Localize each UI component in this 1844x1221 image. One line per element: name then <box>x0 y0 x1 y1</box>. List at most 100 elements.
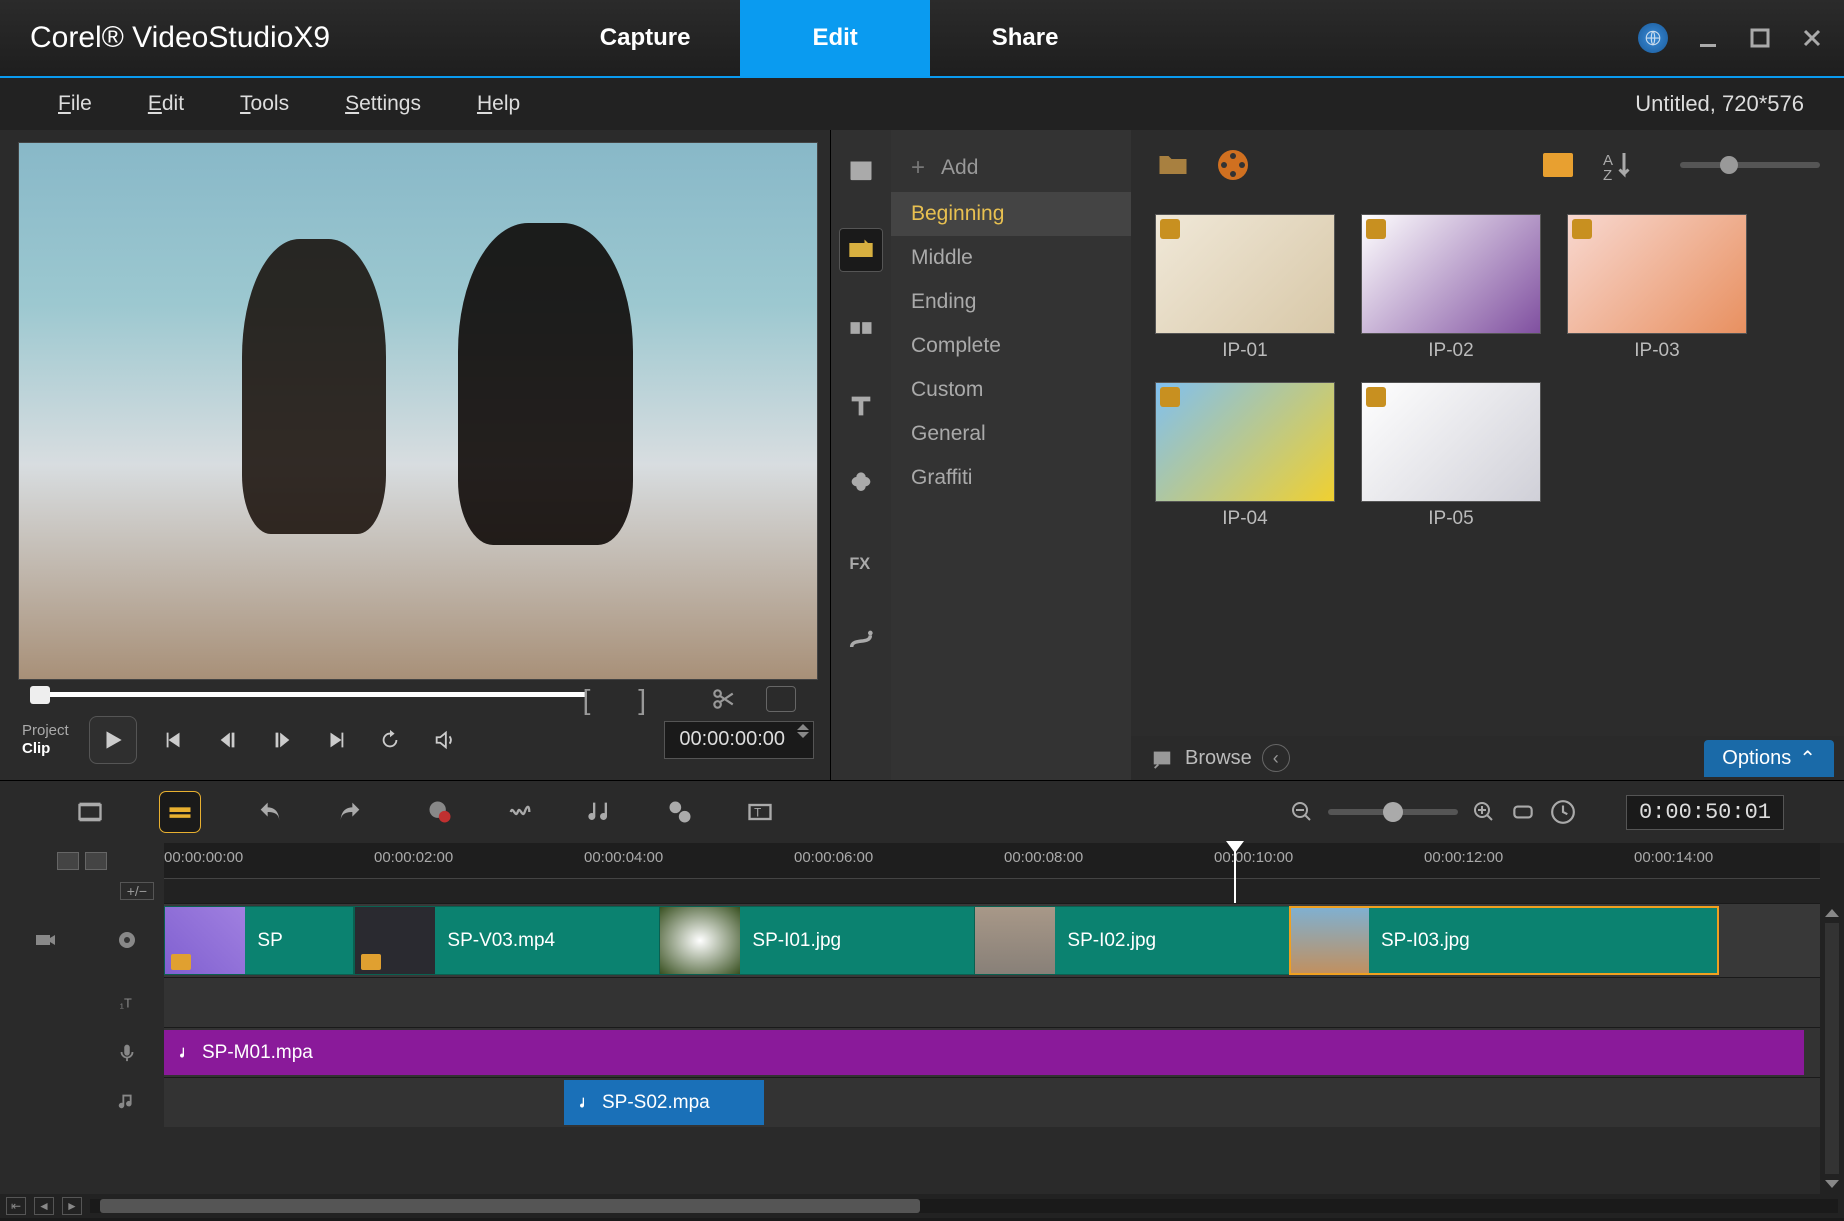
libtab-media[interactable] <box>839 150 883 194</box>
cat-beginning[interactable]: Beginning <box>891 192 1131 236</box>
fit-icon[interactable] <box>1510 799 1536 825</box>
libtab-instant[interactable] <box>839 228 883 272</box>
cat-general[interactable]: General <box>891 412 1131 456</box>
libtab-path[interactable] <box>839 618 883 662</box>
timeline-hscroll[interactable]: ⇤ ◄ ► <box>0 1194 1844 1218</box>
close-icon[interactable] <box>1800 26 1824 50</box>
menu-edit[interactable]: Edit <box>120 86 212 122</box>
scrub-bar[interactable]: [ ] <box>20 688 816 700</box>
zoom-in-icon[interactable] <box>1472 800 1496 824</box>
video-lane[interactable]: SPSP-V03.mp4SP-I01.jpgSP-I02.jpgSP-I03.j… <box>164 903 1820 977</box>
add-category-button[interactable]: +Add <box>891 144 1131 192</box>
thumb-ip03[interactable]: IP-03 <box>1567 214 1747 362</box>
subtitle-button[interactable]: T <box>740 792 780 832</box>
scroll-right[interactable]: ► <box>62 1197 82 1215</box>
menu-file[interactable]: File <box>30 86 120 122</box>
voice-clip[interactable]: SP-M01.mpa <box>164 1030 1804 1075</box>
thumb-ip02[interactable]: IP-02 <box>1361 214 1541 362</box>
zoom-slider[interactable] <box>1328 809 1458 815</box>
storyboard-view-button[interactable] <box>70 792 110 832</box>
redo-button[interactable] <box>330 792 370 832</box>
preview-timecode[interactable]: 00:00:00:00 <box>664 721 814 759</box>
preview-window[interactable] <box>18 142 818 680</box>
title-lane[interactable] <box>164 977 1820 1027</box>
timecode-spinner[interactable] <box>797 724 809 738</box>
go-end-button[interactable] <box>319 723 353 757</box>
view-thumb-icon[interactable] <box>1540 147 1576 183</box>
sort-icon[interactable]: AZ <box>1600 147 1636 183</box>
thumb-size-slider[interactable] <box>1680 162 1820 168</box>
timeline-vscroll[interactable] <box>1820 903 1844 1194</box>
title-track-header[interactable] <box>0 977 90 1027</box>
thumb-ip04[interactable]: IP-04 <box>1155 382 1335 530</box>
cat-complete[interactable]: Complete <box>891 324 1131 368</box>
music-track-header[interactable] <box>0 1077 90 1127</box>
scrub-track[interactable] <box>38 692 586 697</box>
folder-icon[interactable] <box>1155 147 1191 183</box>
go-start-button[interactable] <box>157 723 191 757</box>
video-clip[interactable]: SP <box>164 906 354 975</box>
voice-track-icon[interactable] <box>90 1027 164 1077</box>
music-track-icon[interactable] <box>90 1077 164 1127</box>
undo-button[interactable] <box>250 792 290 832</box>
cat-middle[interactable]: Middle <box>891 236 1131 280</box>
libtab-transition[interactable] <box>839 306 883 350</box>
video-track-toggle[interactable] <box>90 903 164 977</box>
options-button[interactable]: Options ⌃ <box>1704 740 1834 777</box>
record-button[interactable] <box>420 792 460 832</box>
ruler-mark: 00:00:02:00 <box>374 849 453 866</box>
prev-frame-button[interactable] <box>211 723 245 757</box>
video-track-header[interactable] <box>0 903 90 977</box>
app-logo: Corel® VideoStudioX9 <box>30 21 330 55</box>
tab-capture[interactable]: Capture <box>550 0 740 76</box>
track-motion-button[interactable] <box>660 792 700 832</box>
add-track-button[interactable]: +/− <box>120 882 154 900</box>
libtab-graphic[interactable] <box>839 462 883 506</box>
globe-icon[interactable] <box>1638 23 1668 53</box>
tab-share[interactable]: Share <box>930 0 1120 76</box>
cat-custom[interactable]: Custom <box>891 368 1131 412</box>
cat-graffiti[interactable]: Graffiti <box>891 456 1131 500</box>
hscroll-thumb[interactable] <box>100 1199 920 1213</box>
scroll-left-button[interactable]: ‹ <box>1262 744 1290 772</box>
voice-lane[interactable]: SP-M01.mpa <box>164 1027 1820 1077</box>
mixer-button[interactable] <box>500 792 540 832</box>
next-frame-button[interactable] <box>265 723 299 757</box>
volume-button[interactable] <box>427 723 461 757</box>
mark-brackets[interactable]: [ ] <box>583 684 666 716</box>
libtab-fx[interactable]: FX <box>839 540 883 584</box>
scissors-icon[interactable] <box>710 686 736 712</box>
repeat-button[interactable] <box>373 723 407 757</box>
menu-tools[interactable]: Tools <box>212 86 317 122</box>
zoom-out-icon[interactable] <box>1290 800 1314 824</box>
split-button[interactable] <box>766 686 796 712</box>
project-clip-toggle[interactable]: Project Clip <box>22 722 69 758</box>
music-clip[interactable]: SP-S02.mpa <box>564 1080 764 1125</box>
tab-edit[interactable]: Edit <box>740 0 930 76</box>
menu-settings[interactable]: Settings <box>317 86 449 122</box>
scroll-far-left[interactable]: ⇤ <box>6 1197 26 1215</box>
thumb-ip05[interactable]: IP-05 <box>1361 382 1541 530</box>
scrub-thumb[interactable] <box>30 686 50 704</box>
scroll-left[interactable]: ◄ <box>34 1197 54 1215</box>
timeline-view-button[interactable] <box>160 792 200 832</box>
clock-icon[interactable] <box>1550 799 1576 825</box>
voice-track-header[interactable] <box>0 1027 90 1077</box>
ruler-header[interactable] <box>0 843 164 879</box>
timeline-timecode[interactable]: 0:00:50:01 <box>1626 795 1784 830</box>
thumb-ip01[interactable]: IP-01 <box>1155 214 1335 362</box>
browse-button[interactable]: Browse <box>1141 747 1262 770</box>
minimize-icon[interactable] <box>1696 26 1720 50</box>
timeline-ruler[interactable]: 00:00:00:0000:00:02:0000:00:04:0000:00:0… <box>164 843 1820 879</box>
music-lane[interactable]: SP-S02.mpa <box>164 1077 1820 1127</box>
maximize-icon[interactable] <box>1748 26 1772 50</box>
video-clip[interactable]: SP-I03.jpg <box>1289 906 1719 975</box>
menu-help[interactable]: Help <box>449 86 548 122</box>
timeline-toolbar: T 0:00:50:01 <box>0 781 1844 843</box>
auto-music-button[interactable] <box>580 792 620 832</box>
cat-ending[interactable]: Ending <box>891 280 1131 324</box>
reel-icon[interactable] <box>1215 147 1251 183</box>
title-track-icon[interactable]: ₁T <box>90 977 164 1027</box>
play-button[interactable] <box>89 716 137 764</box>
libtab-title[interactable] <box>839 384 883 428</box>
